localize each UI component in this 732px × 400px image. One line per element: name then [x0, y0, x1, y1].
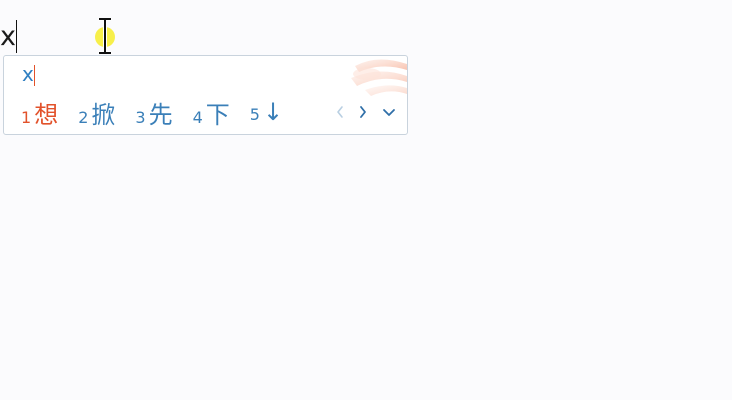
- candidate-index: 4: [192, 107, 203, 127]
- candidate-index: 5: [249, 105, 260, 124]
- document-text[interactable]: x: [0, 20, 16, 54]
- candidate-text: 先: [148, 100, 173, 129]
- expand-candidates-button[interactable]: [380, 100, 398, 124]
- previous-page-button[interactable]: [331, 100, 349, 124]
- candidate-index: 3: [135, 107, 146, 127]
- ime-candidate-2[interactable]: 2 掀: [78, 95, 115, 130]
- candidate-text: 下: [205, 100, 230, 129]
- candidate-text: 想: [34, 100, 59, 129]
- chevron-right-icon: [360, 106, 366, 118]
- chevron-left-icon: [337, 106, 343, 118]
- chevron-down-icon: [383, 109, 395, 116]
- text-caret: [16, 20, 17, 53]
- candidate-text: ↓: [262, 98, 284, 126]
- ime-candidate-1[interactable]: 1 想: [21, 95, 58, 130]
- ime-candidate-5[interactable]: 5 ↓: [250, 98, 283, 126]
- ime-composition-caret: [34, 65, 35, 86]
- ime-composition-text: x: [22, 62, 34, 86]
- next-page-button[interactable]: [354, 100, 372, 124]
- ime-skin-decoration: [351, 59, 407, 96]
- ime-candidate-window: x 1 想 2 掀 3 先 4 下 5 ↓: [3, 55, 408, 135]
- candidate-index: 1: [21, 107, 32, 127]
- candidate-text: 掀: [91, 100, 116, 129]
- ibeam-cursor-icon: [95, 18, 115, 54]
- ime-candidate-3[interactable]: 3 先: [135, 95, 172, 130]
- candidate-index: 2: [78, 107, 89, 127]
- ime-candidate-4[interactable]: 4 下: [193, 95, 230, 130]
- ime-candidate-list: 1 想 2 掀 3 先 4 下 5 ↓: [21, 95, 303, 130]
